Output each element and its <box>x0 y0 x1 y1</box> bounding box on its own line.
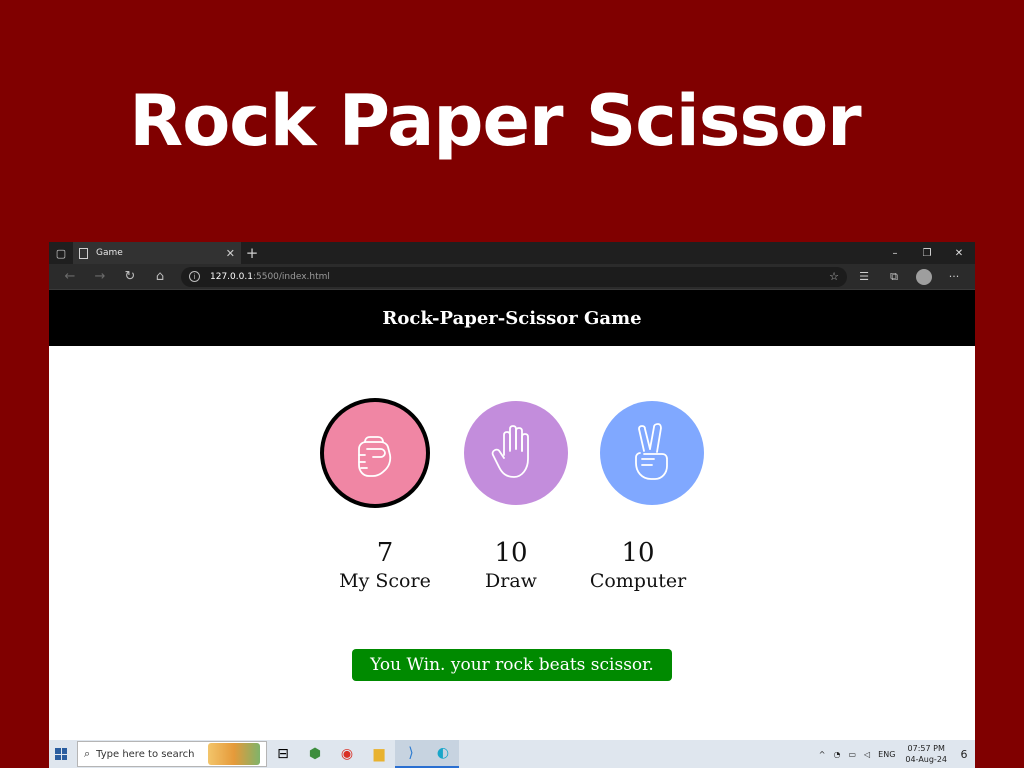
my-score: 7 My Score <box>335 538 435 592</box>
computer-score-value: 10 <box>621 538 655 568</box>
choices <box>49 398 975 510</box>
search-icon: ⌕ <box>84 747 91 760</box>
result-message: You Win. your rock beats scissor. <box>352 649 672 681</box>
tab-actions-icon[interactable]: ▢ <box>49 242 73 264</box>
page-header: Rock-Paper-Scissor Game <box>49 290 975 346</box>
tab-title: Game <box>96 248 123 258</box>
browser-window: ▢ Game ✕ + – ❐ ✕ ← → ↻ ⌂ i 127.0.0.1:550… <box>49 242 975 768</box>
refresh-icon[interactable]: ↻ <box>115 266 145 288</box>
language-indicator[interactable]: ENG <box>874 750 899 759</box>
clock[interactable]: 07:57 PM 04-Aug-24 <box>899 743 953 765</box>
draw-score: 10 Draw <box>461 538 561 592</box>
clock-time: 07:57 PM <box>907 744 945 753</box>
url-path: :5500/index.html <box>252 271 330 282</box>
chevron-up-icon[interactable]: ^ <box>815 750 830 759</box>
close-window-button[interactable]: ✕ <box>943 242 975 264</box>
rock-choice-button[interactable] <box>320 398 430 508</box>
page-icon <box>79 247 88 259</box>
address-bar[interactable]: i 127.0.0.1:5500/index.html ☆ <box>181 266 847 287</box>
minimize-button[interactable]: – <box>879 242 911 264</box>
window-controls: – ❐ ✕ <box>879 242 975 264</box>
taskbar: ⌕ Type here to search ⊟ ⬢ ◉ ▆ ⟩ ◐ ^ ◔ ▭ … <box>49 740 975 768</box>
draw-score-label: Draw <box>485 570 537 592</box>
scissor-choice-button[interactable] <box>600 401 704 505</box>
my-score-value: 7 <box>376 538 394 568</box>
search-highlight-image <box>208 743 260 765</box>
edge-icon[interactable]: ◐ <box>427 740 459 768</box>
network-icon[interactable]: ◔ <box>829 750 844 759</box>
computer-score-label: Computer <box>589 570 687 592</box>
clock-date: 04-Aug-24 <box>905 755 947 764</box>
profile-avatar[interactable] <box>916 268 932 285</box>
taskbar-search[interactable]: ⌕ Type here to search <box>77 741 267 767</box>
page-title: Rock-Paper-Scissor Game <box>382 307 642 329</box>
banner-title: Rock Paper Scissor <box>129 80 861 162</box>
battery-icon[interactable]: ▭ <box>844 750 860 759</box>
scissor-hand-icon <box>635 423 668 480</box>
notification-icon[interactable]: 6 <box>953 743 975 765</box>
paper-choice-button[interactable] <box>464 401 568 505</box>
collections-icon[interactable]: ⧉ <box>879 266 909 288</box>
my-score-label: My Score <box>339 570 431 592</box>
windows-logo-icon <box>55 748 67 760</box>
home-icon[interactable]: ⌂ <box>145 266 175 288</box>
forward-icon[interactable]: → <box>85 266 115 288</box>
system-tray: ^ ◔ ▭ ◁ ENG 07:57 PM 04-Aug-24 6 <box>815 740 975 768</box>
vscode-icon[interactable]: ⟩ <box>395 740 427 768</box>
draw-score-value: 10 <box>494 538 528 568</box>
toolbar-icons: ☰ ⧉ ··· <box>849 266 969 288</box>
paper-hand-icon <box>491 425 529 478</box>
start-button[interactable] <box>49 740 73 768</box>
tab-game[interactable]: Game ✕ <box>73 242 241 264</box>
url-host: 127.0.0.1 <box>210 271 253 282</box>
more-menu-icon[interactable]: ··· <box>939 266 969 288</box>
tab-bar: ▢ Game ✕ + – ❐ ✕ <box>49 242 975 264</box>
volume-icon[interactable]: ◁ <box>860 750 874 759</box>
chrome-icon[interactable]: ◉ <box>331 740 363 768</box>
task-view-icon[interactable]: ⊟ <box>267 740 299 768</box>
browser-toolbar: ← → ↻ ⌂ i 127.0.0.1:5500/index.html ☆ ☰ … <box>49 264 975 290</box>
favorite-star-icon[interactable]: ☆ <box>829 270 839 283</box>
rock-fist-icon <box>358 436 392 477</box>
search-placeholder: Type here to search <box>96 748 195 760</box>
back-icon[interactable]: ← <box>55 266 85 288</box>
new-tab-icon[interactable]: + <box>241 244 263 262</box>
file-explorer-icon[interactable]: ▆ <box>363 740 395 768</box>
minecraft-icon[interactable]: ⬢ <box>299 740 331 768</box>
computer-score: 10 Computer <box>587 538 689 592</box>
close-tab-icon[interactable]: ✕ <box>226 247 235 260</box>
site-info-icon[interactable]: i <box>189 271 200 282</box>
notification-count: 6 <box>960 747 968 761</box>
restore-button[interactable]: ❐ <box>911 242 943 264</box>
favorites-icon[interactable]: ☰ <box>849 266 879 288</box>
